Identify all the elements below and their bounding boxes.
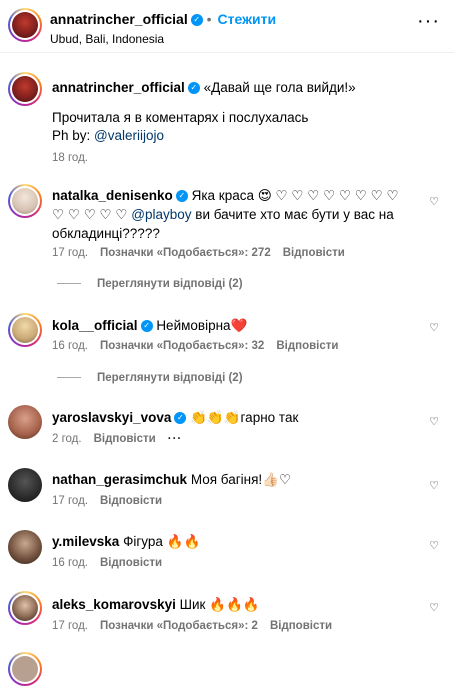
caption-ph-prefix: Ph by: xyxy=(52,128,95,143)
verified-icon: ✓ xyxy=(140,320,153,333)
view-replies-button[interactable]: Переглянути відповіді (2) xyxy=(57,372,243,384)
verified-icon: ✓ xyxy=(187,82,200,95)
caption-line1: «Давай ще гола вийди!» xyxy=(203,80,356,95)
like-heart-icon[interactable]: ♡ xyxy=(428,540,440,552)
comment: nathan_gerasimchuk Моя багіня!👍🏻♡ 17 год… xyxy=(0,464,454,514)
comment: aleks_komarovskyi Шик 🔥🔥🔥 17 год. Позначк… xyxy=(0,590,454,640)
comment-username[interactable]: natalka_denisenko xyxy=(52,188,173,203)
comment-text: Моя багіня!👍🏻♡ xyxy=(190,472,292,487)
reply-button[interactable]: Відповісти xyxy=(94,433,156,445)
reply-button[interactable]: Відповісти xyxy=(100,557,162,569)
verified-icon: ✓ xyxy=(174,412,187,425)
caption: annatrincher_official ✓ «Давай ще гола ви… xyxy=(0,70,454,170)
reply-button[interactable]: Відповісти xyxy=(276,340,338,352)
comment-text: Шик 🔥🔥🔥 xyxy=(179,597,260,612)
post-header: annatrincher_official ✓ • Стежити Ubud, Ba… xyxy=(0,0,454,53)
comment-more-icon[interactable]: ··· xyxy=(168,433,183,445)
comment-text: обкладинці????? xyxy=(52,226,160,241)
comment-time: 17 год. xyxy=(52,247,88,259)
comment: natalka_denisenko ✓ Яка краса 😍 ♡ ♡ ♡ ♡ ♡… xyxy=(0,180,454,300)
comment-time: 17 год. xyxy=(52,620,88,632)
location-link[interactable]: Ubud, Bali, Indonesia xyxy=(50,32,164,46)
photographer-mention[interactable]: @valeriijojo xyxy=(94,128,164,143)
comment-username[interactable]: yaroslavskyi_vova xyxy=(52,410,171,425)
caption-time: 18 год. xyxy=(52,152,88,164)
comment: y.milevska Фігура 🔥🔥 16 год. Відповісти ♡ xyxy=(0,528,454,578)
view-replies-button[interactable]: Переглянути відповіді (2) xyxy=(57,278,243,290)
caption-username[interactable]: annatrincher_official xyxy=(52,80,185,95)
comment-time: 16 год. xyxy=(52,340,88,352)
comment-time: 17 год. xyxy=(52,495,88,507)
like-heart-icon[interactable]: ♡ xyxy=(428,416,440,428)
comment-text: Неймовірна❤️ xyxy=(156,318,248,333)
comment-text: ♡ ♡ ♡ ♡ ♡ xyxy=(52,207,132,222)
comment-avatar[interactable] xyxy=(8,313,42,347)
comment-avatar[interactable] xyxy=(8,652,42,686)
view-replies-label: Переглянути відповіді (2) xyxy=(97,372,243,384)
caption-line2: Прочитала я в коментарях і послухалась xyxy=(52,110,309,125)
comment-username[interactable]: aleks_komarovskyi xyxy=(52,597,176,612)
comment: yaroslavskyi_vova ✓ 👏👏👏гарно так 2 год. Ві… xyxy=(0,402,454,452)
comment-time: 16 год. xyxy=(52,557,88,569)
comment-username[interactable]: y.milevska xyxy=(52,534,119,549)
caption-avatar[interactable] xyxy=(8,72,42,106)
comment-text: Фігура 🔥🔥 xyxy=(123,534,201,549)
avatar[interactable] xyxy=(8,8,42,42)
like-heart-icon[interactable]: ♡ xyxy=(428,480,440,492)
reply-button[interactable]: Відповісти xyxy=(100,495,162,507)
comment-likes[interactable]: Позначки «Подобається»: 32 xyxy=(100,340,264,352)
comment: kola__official ✓ Неймовірна❤️ 16 год. Позн… xyxy=(0,310,454,390)
comment-username[interactable]: nathan_gerasimchuk xyxy=(52,472,187,487)
comment-avatar[interactable] xyxy=(8,530,42,564)
like-heart-icon[interactable]: ♡ xyxy=(428,196,440,208)
comment-time: 2 год. xyxy=(52,433,82,445)
comment-text: 👏👏👏гарно так xyxy=(190,410,299,425)
reply-button[interactable]: Відповісти xyxy=(270,620,332,632)
comment-text: Яка краса 😍 ♡ ♡ ♡ ♡ ♡ ♡ ♡ ♡ xyxy=(191,188,399,203)
reply-button[interactable]: Відповісти xyxy=(283,247,345,259)
view-replies-label: Переглянути відповіді (2) xyxy=(97,278,243,290)
comment-likes[interactable]: Позначки «Подобається»: 2 xyxy=(100,620,258,632)
comment-avatar[interactable] xyxy=(8,468,42,502)
like-heart-icon[interactable]: ♡ xyxy=(428,602,440,614)
verified-icon: ✓ xyxy=(190,14,203,27)
like-heart-icon[interactable]: ♡ xyxy=(428,322,440,334)
more-options-icon[interactable]: ··· xyxy=(417,10,440,33)
verified-icon: ✓ xyxy=(175,190,188,203)
comment-likes[interactable]: Позначки «Подобається»: 272 xyxy=(100,247,271,259)
comment-username[interactable]: kola__official xyxy=(52,318,138,333)
comment-mention[interactable]: @playboy xyxy=(131,207,191,222)
comment-avatar[interactable] xyxy=(8,591,42,625)
comment-avatar[interactable] xyxy=(8,184,42,218)
follow-button[interactable]: Стежити xyxy=(218,11,277,27)
header-username[interactable]: annatrincher_official xyxy=(50,11,188,27)
comment-avatar[interactable] xyxy=(8,405,42,439)
comment-text: ви бачите хто має бути у вас на xyxy=(191,207,394,222)
